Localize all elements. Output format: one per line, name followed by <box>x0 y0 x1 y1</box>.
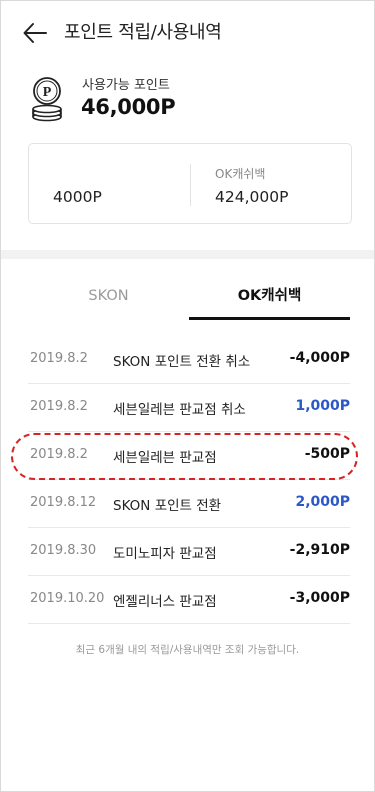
list-item[interactable]: 2019.8.2 세븐일레븐 판교점 -500P <box>28 432 350 480</box>
transaction-description: SKON 포인트 전환 취소 <box>113 354 251 370</box>
transaction-description: SKON 포인트 전환 <box>113 498 222 514</box>
history-notice: 최근 6개월 내의 적립/사용내역만 조회 가능합니다. <box>75 644 300 656</box>
list-item[interactable]: 2019.8.30 도미노피자 판교점 -2,910P <box>28 528 350 576</box>
list-item[interactable]: 2019.10.20 엔젤리너스 판교점 -3,000P <box>28 576 350 624</box>
transaction-amount: 2,000P <box>295 494 350 510</box>
section-divider <box>1 250 374 259</box>
tab-okcashbag[interactable]: OK캐쉬백 <box>189 276 350 320</box>
tab-bar: SKON OK캐쉬백 <box>28 276 350 320</box>
app-header: 포인트 적립/사용내역 <box>0 0 375 64</box>
transaction-amount: -3,000P <box>289 590 350 606</box>
available-points-value: 46,000P <box>81 95 176 119</box>
transaction-date: 2019.8.12 <box>30 495 97 510</box>
svg-text:P: P <box>43 85 52 100</box>
back-button[interactable] <box>22 20 48 46</box>
transaction-date: 2019.10.20 <box>30 591 105 606</box>
transaction-date: 2019.8.2 <box>30 399 88 414</box>
tab-skon[interactable]: SKON <box>28 276 189 320</box>
list-item[interactable]: 2019.8.2 세븐일레븐 판교점 취소 1,000P <box>28 384 350 432</box>
list-item[interactable]: 2019.8.12 SKON 포인트 전환 2,000P <box>28 480 350 528</box>
list-item[interactable]: 2019.8.2 SKON 포인트 전환 취소 -4,000P <box>28 336 350 384</box>
breakdown-right-value: 424,000P <box>215 188 289 206</box>
transaction-amount: -2,910P <box>289 542 350 558</box>
points-breakdown-box: 4000P OK캐쉬백 424,000P <box>28 143 352 224</box>
breakdown-divider <box>190 164 191 206</box>
page-title: 포인트 적립/사용내역 <box>64 22 222 43</box>
transaction-amount: 1,000P <box>295 398 350 414</box>
active-tab-indicator <box>189 317 350 320</box>
transaction-description: 도미노피자 판교점 <box>113 546 217 562</box>
transaction-amount: -4,000P <box>289 350 350 366</box>
transaction-date: 2019.8.2 <box>30 351 88 366</box>
breakdown-right-label: OK캐쉬백 <box>215 167 266 181</box>
transaction-amount: -500P <box>304 446 350 462</box>
transaction-date: 2019.8.2 <box>30 447 88 462</box>
coin-stack-icon: P <box>30 76 68 122</box>
transaction-list: 2019.8.2 SKON 포인트 전환 취소 -4,000P 2019.8.2… <box>28 336 350 624</box>
transaction-date: 2019.8.30 <box>30 543 97 558</box>
tab-okcashbag-label: OK캐쉬백 <box>237 288 302 304</box>
transaction-description: 엔젤리너스 판교점 <box>113 594 217 610</box>
transaction-description: 세븐일레븐 판교점 취소 <box>113 402 246 418</box>
breakdown-left-value: 4000P <box>53 188 102 206</box>
arrow-left-icon <box>23 23 47 43</box>
available-points-label: 사용가능 포인트 <box>82 78 170 93</box>
transaction-description: 세븐일레븐 판교점 <box>113 450 217 466</box>
